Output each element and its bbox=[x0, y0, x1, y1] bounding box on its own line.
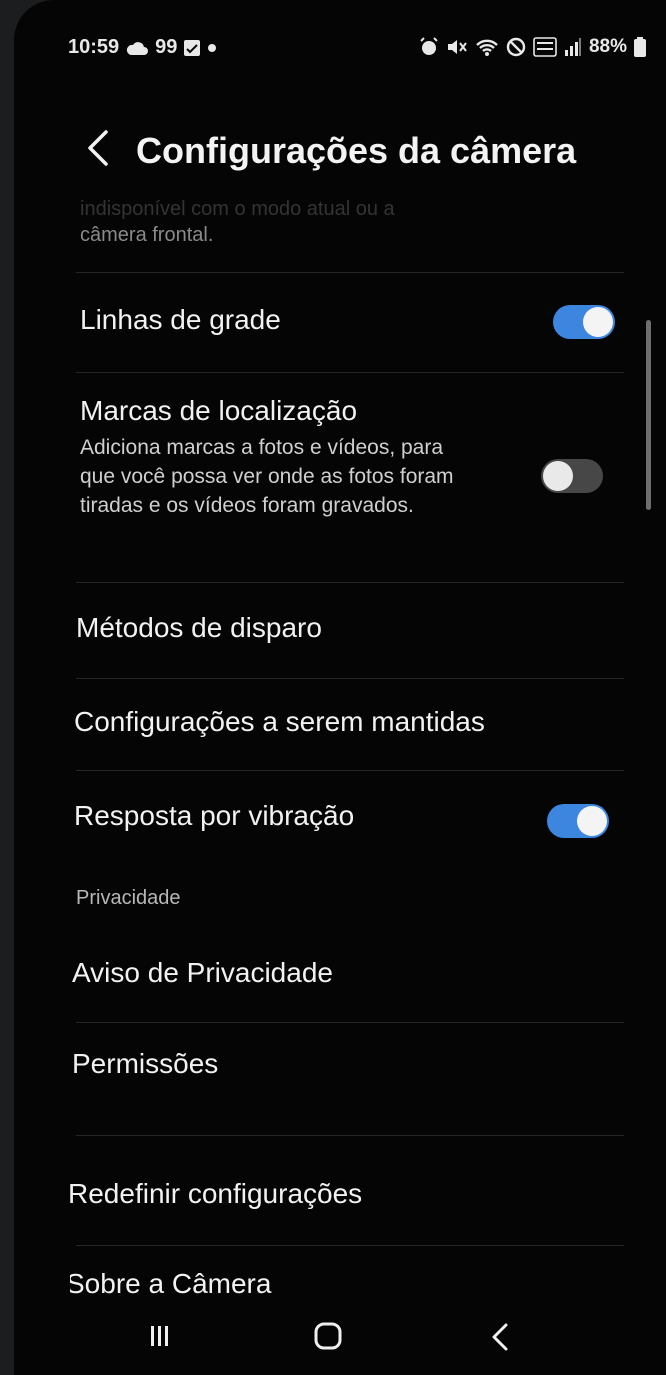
battery-percent: 88% bbox=[588, 36, 627, 57]
home-icon bbox=[314, 1322, 342, 1350]
vibration-feedback-toggle[interactable] bbox=[547, 804, 609, 838]
navigation-bar bbox=[14, 1300, 666, 1375]
permissions-label: Permissões bbox=[72, 1048, 219, 1079]
camera-settings-screen: 10:59 99 88% Configurações da câmera ind… bbox=[14, 0, 666, 1375]
location-tags-setting[interactable]: Marcas de localização Adiciona marcas a … bbox=[70, 395, 625, 545]
signal-icon bbox=[564, 38, 581, 56]
settings-to-keep-item[interactable]: Configurações a serem mantidas bbox=[70, 696, 625, 750]
location-tags-label: Marcas de localização bbox=[80, 395, 358, 426]
clock: 10:59 bbox=[68, 36, 120, 58]
divider bbox=[76, 770, 624, 771]
about-camera-item[interactable]: Sobre a Câmera bbox=[70, 1262, 625, 1302]
grid-lines-label: Linhas de grade bbox=[80, 304, 281, 335]
vibration-feedback-label: Resposta por vibração bbox=[74, 800, 355, 831]
shooting-methods-item[interactable]: Métodos de disparo bbox=[70, 604, 625, 654]
back-button[interactable] bbox=[80, 118, 116, 178]
toggle-knob bbox=[583, 307, 613, 337]
notification-count: 99 bbox=[155, 36, 178, 58]
privacy-notice-label: Aviso de Privacidade bbox=[72, 957, 333, 988]
settings-to-keep-label: Configurações a serem mantidas bbox=[74, 706, 485, 737]
page-title: Configurações da câmera bbox=[136, 130, 577, 171]
divider bbox=[76, 1022, 624, 1023]
grid-lines-toggle[interactable] bbox=[553, 305, 615, 339]
recents-icon bbox=[151, 1326, 168, 1346]
vibration-feedback-setting[interactable]: Resposta por vibração bbox=[70, 790, 625, 854]
previous-item-description: indisponível com o modo atual ou a câmer… bbox=[80, 196, 395, 248]
divider bbox=[76, 1135, 624, 1136]
privacy-notice-item[interactable]: Aviso de Privacidade bbox=[70, 945, 625, 999]
about-camera-label: Sobre a Câmera bbox=[70, 1268, 272, 1299]
toggle-knob bbox=[543, 461, 573, 491]
location-tags-toggle[interactable] bbox=[541, 459, 603, 493]
toggle-knob bbox=[577, 806, 607, 836]
phone-frame: 10:59 99 88% Configurações da câmera ind… bbox=[14, 0, 666, 1375]
recents-button[interactable] bbox=[142, 1314, 176, 1358]
alarm-icon bbox=[420, 37, 438, 55]
image-icon bbox=[184, 39, 201, 56]
divider bbox=[76, 372, 624, 373]
chevron-left-icon bbox=[88, 130, 108, 166]
nav-back-button[interactable] bbox=[484, 1312, 518, 1362]
faded-line-1: indisponível com o modo atual ou a bbox=[80, 198, 395, 220]
battery-icon bbox=[634, 37, 646, 57]
dot-icon bbox=[208, 43, 217, 52]
mute-icon bbox=[447, 40, 467, 54]
reset-settings-label: Redefinir configurações bbox=[68, 1178, 363, 1209]
cloud-icon bbox=[127, 41, 149, 55]
divider bbox=[76, 1245, 624, 1246]
status-bar: 10:59 99 88% bbox=[68, 32, 646, 66]
wifi-icon bbox=[476, 39, 498, 56]
location-tags-description: Adiciona marcas a fotos e vídeos, para q… bbox=[80, 436, 454, 517]
back-icon bbox=[492, 1323, 508, 1351]
volte-icon bbox=[533, 37, 557, 57]
dnd-icon bbox=[506, 37, 526, 57]
faded-line-2: câmera frontal. bbox=[80, 224, 214, 246]
divider bbox=[76, 272, 624, 273]
shooting-methods-label: Métodos de disparo bbox=[76, 612, 322, 643]
home-button[interactable] bbox=[306, 1314, 350, 1358]
divider bbox=[76, 582, 624, 583]
privacy-section-header: Privacidade bbox=[76, 887, 181, 909]
divider bbox=[76, 678, 624, 679]
permissions-item[interactable]: Permissões bbox=[70, 1038, 625, 1092]
scrollbar[interactable] bbox=[646, 320, 651, 510]
reset-settings-item[interactable]: Redefinir configurações bbox=[68, 1168, 625, 1222]
grid-lines-setting[interactable]: Linhas de grade bbox=[70, 290, 625, 354]
